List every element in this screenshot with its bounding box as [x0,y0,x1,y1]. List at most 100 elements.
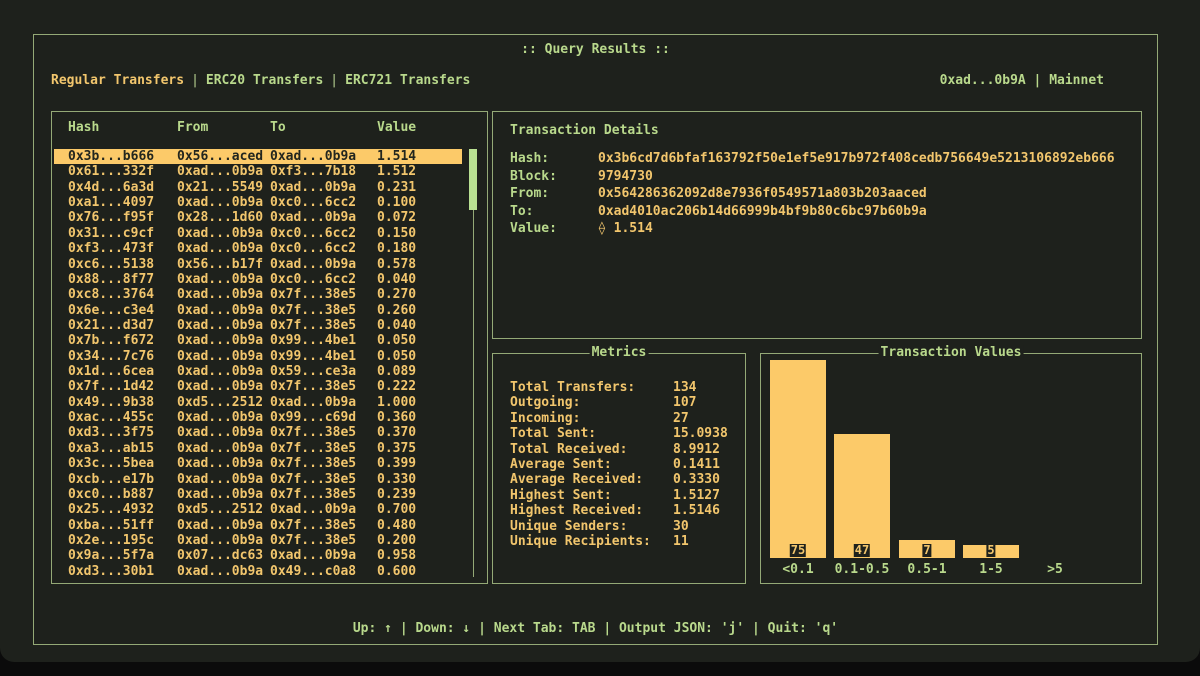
table-rows: 0x3b...b6660x56...aced0xad...0b9a1.5140x… [54,149,462,579]
bar-value-label: 5 [986,544,995,557]
metric-row: Highest Received:1.5146 [510,503,737,518]
table-row[interactable]: 0xd3...3f750xad...0b9a0x7f...38e50.370 [54,425,462,440]
to-cell: 0x7f...38e5 [270,533,356,548]
value-cell: 0.231 [377,180,416,195]
table-row[interactable]: 0xcb...e17b0xad...0b9a0x7f...38e50.330 [54,472,462,487]
detail-value: 0x564286362092d8e7936f0549571a803b203aac… [598,186,927,201]
column-header-hash: Hash [68,120,99,135]
hash-cell: 0x4d...6a3d [68,180,154,195]
table-row[interactable]: 0x9a...5f7a0x07...dc630xad...0b9a0.958 [54,548,462,563]
to-cell: 0xc0...6cc2 [270,241,356,256]
metric-row: Unique Recipients:11 [510,534,737,549]
to-cell: 0x7f...38e5 [270,487,356,502]
to-cell: 0x7f...38e5 [270,425,356,440]
to-cell: 0xad...0b9a [270,257,356,272]
table-row[interactable]: 0xc8...37640xad...0b9a0x7f...38e50.270 [54,287,462,302]
table-row[interactable]: 0x7f...1d420xad...0b9a0x7f...38e50.222 [54,379,462,394]
table-row[interactable]: 0xa3...ab150xad...0b9a0x7f...38e50.375 [54,441,462,456]
chart-bar: 5 [963,545,1019,558]
table-row[interactable]: 0x3c...5bea0xad...0b9a0x7f...38e50.399 [54,456,462,471]
value-cell: 0.260 [377,303,416,318]
from-cell: 0xad...0b9a [177,410,263,425]
table-row[interactable]: 0x34...7c760xad...0b9a0x99...4be10.050 [54,349,462,364]
value-cell: 0.578 [377,257,416,272]
hash-cell: 0xc0...b887 [68,487,154,502]
metric-row: Average Sent:0.1411 [510,457,737,472]
table-row[interactable]: 0xd3...30b10xad...0b9a0x49...c0a80.600 [54,564,462,579]
metric-label: Total Received: [510,442,673,457]
to-cell: 0x99...c69d [270,410,356,425]
terminal-window: :: Query Results :: Regular Transfers|ER… [0,0,1200,662]
scrollbar-thumb[interactable] [469,149,477,210]
table-row[interactable]: 0x31...c9cf0xad...0b9a0xc0...6cc20.150 [54,226,462,241]
detail-label: From: [510,185,598,203]
from-cell: 0xad...0b9a [177,318,263,333]
to-cell: 0x7f...38e5 [270,287,356,302]
scrollbar-track[interactable] [473,149,474,577]
table-row[interactable]: 0x25...49320xd5...25120xad...0b9a0.700 [54,502,462,517]
hash-cell: 0x7f...1d42 [68,379,154,394]
table-row[interactable]: 0x76...f95f0x28...1d600xad...0b9a0.072 [54,210,462,225]
detail-field: Value:⟠ 1.514 [510,220,1133,238]
table-row[interactable]: 0x3b...b6660x56...aced0xad...0b9a1.514 [54,149,462,164]
hash-cell: 0x1d...6cea [68,364,154,379]
table-row[interactable]: 0x6e...c3e40xad...0b9a0x7f...38e50.260 [54,303,462,318]
bar-category-label: <0.1 [770,562,826,577]
to-cell: 0x7f...38e5 [270,518,356,533]
chart-area: 75<0.1470.1-0.570.5-151-5>5 [761,354,1141,583]
table-row[interactable]: 0x1d...6cea0xad...0b9a0x59...ce3a0.089 [54,364,462,379]
hash-cell: 0xa3...ab15 [68,441,154,456]
details-title: Transaction Details [510,123,659,138]
hash-cell: 0xf3...473f [68,241,154,256]
metric-row: Total Sent:15.0938 [510,426,737,441]
table-row[interactable]: 0xac...455c0xad...0b9a0x99...c69d0.360 [54,410,462,425]
from-cell: 0xad...0b9a [177,472,263,487]
tab-bar: Regular Transfers|ERC20 Transfers|ERC721… [51,72,1157,89]
tab-list: Regular Transfers|ERC20 Transfers|ERC721… [51,73,470,88]
from-cell: 0xad...0b9a [177,533,263,548]
metric-label: Unique Senders: [510,519,673,534]
value-cell: 0.100 [377,195,416,210]
table-row[interactable]: 0xc6...51380x56...b17f0xad...0b9a0.578 [54,257,462,272]
table-row[interactable]: 0x88...8f770xad...0b9a0xc0...6cc20.040 [54,272,462,287]
bar-category-label: >5 [1027,562,1083,577]
tab-regular-transfers[interactable]: Regular Transfers [51,73,184,88]
table-row[interactable]: 0x49...9b380xd5...25120xad...0b9a1.000 [54,395,462,410]
from-cell: 0xad...0b9a [177,456,263,471]
from-cell: 0xad...0b9a [177,241,263,256]
tab-erc20-transfers[interactable]: ERC20 Transfers [206,73,323,88]
table-row[interactable]: 0xf3...473f 0xad...0b9a 0xc0...6cc2 0.180 [54,241,462,256]
from-cell: 0xad...0b9a [177,518,263,533]
value-cell: 0.958 [377,548,416,563]
wallet-network-badge: 0xad...0b9A | Mainnet [940,72,1104,89]
from-cell: 0xd5...2512 [177,502,263,517]
to-cell: 0xc0...6cc2 [270,195,356,210]
table-row[interactable]: 0xba...51ff0xad...0b9a0x7f...38e50.480 [54,518,462,533]
to-cell: 0x99...4be1 [270,349,356,364]
from-cell: 0xad...0b9a [177,441,263,456]
table-row[interactable]: 0x2e...195c0xad...0b9a0x7f...38e50.200 [54,533,462,548]
from-cell: 0xad...0b9a [177,195,263,210]
metric-value: 8.9912 [673,442,720,457]
from-cell: 0xad...0b9a [177,226,263,241]
table-row[interactable]: 0x4d...6a3d0x21...55490xad...0b9a0.231 [54,180,462,195]
table-row[interactable]: 0x21...d3d70xad...0b9a0x7f...38e50.040 [54,318,462,333]
table-row[interactable]: 0xa1...40970xad...0b9a0xc0...6cc20.100 [54,195,462,210]
value-cell: 1.514 [377,149,416,164]
metric-label: Total Sent: [510,426,673,441]
value-cell: 0.600 [377,564,416,579]
value-cell: 0.180 [377,241,416,256]
tab-erc721-transfers[interactable]: ERC721 Transfers [345,73,470,88]
to-cell: 0xad...0b9a [270,210,356,225]
chart-bar: 47 [834,434,890,558]
to-cell: 0x59...ce3a [270,364,356,379]
value-cell: 0.270 [377,287,416,302]
metric-row: Outgoing:107 [510,395,737,410]
table-row[interactable]: 0x7b...f6720xad...0b9a0x99...4be10.050 [54,333,462,348]
transaction-details-panel: Transaction Details Hash:0x3b6cd7d6bfaf1… [492,111,1142,339]
value-cell: 0.700 [377,502,416,517]
table-row[interactable]: 0xc0...b8870xad...0b9a0x7f...38e50.239 [54,487,462,502]
metric-value: 107 [673,395,696,410]
hash-cell: 0x34...7c76 [68,349,154,364]
table-row[interactable]: 0x61...332f0xad...0b9a0xf3...7b181.512 [54,164,462,179]
